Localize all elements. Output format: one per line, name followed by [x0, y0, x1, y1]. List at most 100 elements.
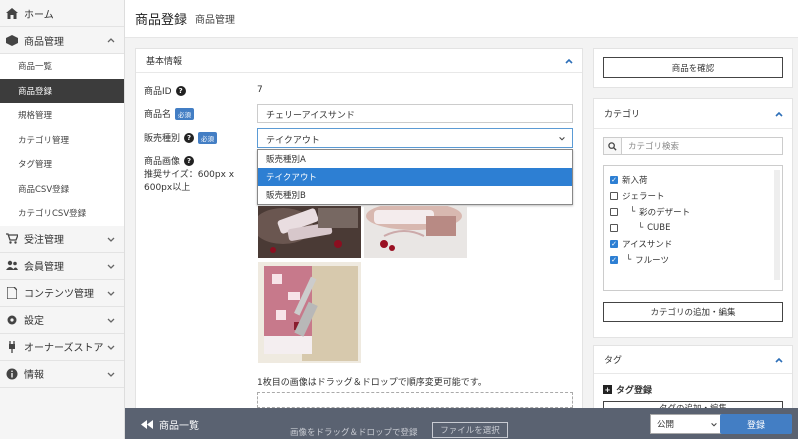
drop-zone-text-row: 画像をドラッグ＆ドロップで登録: [290, 426, 418, 438]
image-hint-row1: 推奨サイズ：600px x: [144, 167, 234, 180]
nav-customer[interactable]: 会員管理: [0, 253, 124, 280]
category-search-input[interactable]: カテゴリ検索: [622, 140, 679, 152]
users-icon: [6, 260, 18, 272]
category-search[interactable]: カテゴリ検索: [603, 137, 783, 155]
back-label: 商品一覧: [159, 421, 199, 432]
category-item[interactable]: ✓ └ フルーツ: [604, 252, 782, 268]
tag-register-row[interactable]: + タグ登録: [603, 383, 652, 396]
chevron-down-icon: [107, 372, 115, 377]
scrollbar[interactable]: [774, 170, 780, 280]
category-item[interactable]: └ 彩のデザート: [604, 204, 782, 220]
image-hint: 推奨サイズ：600px x: [144, 170, 235, 180]
required-badge: 必須: [198, 131, 218, 144]
product-type-row: 販売種別 ? 必須: [144, 131, 218, 144]
product-id-value-row: 7: [257, 85, 263, 95]
category-item[interactable]: └ CUBE: [604, 220, 782, 236]
product-name-input[interactable]: チェリーアイスサンド: [257, 104, 573, 123]
nav-info[interactable]: 情報: [0, 361, 124, 388]
nav-order[interactable]: 受注管理: [0, 226, 124, 253]
sidebar-item-product-csv[interactable]: 商品CSV登録: [0, 176, 124, 201]
checkbox[interactable]: [610, 192, 618, 200]
gear-icon: [6, 314, 18, 326]
tag-header[interactable]: タグ: [594, 346, 792, 374]
nav-store[interactable]: オーナーズストア: [0, 334, 124, 361]
page-title: 商品登録: [135, 13, 188, 28]
dropdown-option[interactable]: 販売種別B: [258, 186, 572, 204]
preview-button[interactable]: 商品を確認: [603, 57, 783, 78]
category-label: フルーツ: [635, 256, 669, 266]
product-image-row: 商品画像 ?: [144, 154, 195, 167]
category-item[interactable]: ジェラート: [604, 188, 782, 204]
checkbox-checked[interactable]: ✓: [610, 176, 618, 184]
nav-info-label: 情報: [24, 370, 44, 381]
basic-info-header[interactable]: 基本情報: [136, 49, 582, 73]
sidebar-item-product-list[interactable]: 商品一覧: [0, 54, 124, 79]
drag-hint: 1枚目の画像はドラッグ＆ドロップで順序変更可能です。: [257, 378, 487, 388]
sidebar-item-product-register[interactable]: 商品登録: [0, 78, 124, 103]
category-header[interactable]: カテゴリ: [594, 99, 792, 129]
product-name-row: 商品名 必須: [144, 107, 195, 120]
help-icon[interactable]: ?: [175, 85, 186, 96]
category-label: 彩のデザート: [639, 208, 691, 218]
product-type-label: 販売種別: [144, 134, 181, 144]
checkbox-checked[interactable]: ✓: [610, 256, 618, 264]
product-type-select[interactable]: テイクアウト: [257, 128, 573, 148]
nav-customer-label: 会員管理: [24, 262, 64, 273]
image-drop-zone[interactable]: [257, 392, 573, 408]
product-name-label: 商品名: [144, 110, 172, 120]
chevron-down-icon: [107, 345, 115, 350]
help-icon[interactable]: ?: [184, 132, 195, 143]
product-id-value: 7: [257, 85, 263, 95]
sidebar-item-tag[interactable]: タグ管理: [0, 152, 124, 177]
nav-content-label: コンテンツ管理: [24, 289, 94, 300]
product-image-1[interactable]: [258, 206, 361, 258]
double-arrow-left-icon: [141, 420, 153, 429]
product-type-dropdown: 販売種別A テイクアウト 販売種別B: [257, 149, 573, 205]
publish-status-select[interactable]: 公開: [650, 414, 725, 434]
product-id-label: 商品ID: [144, 87, 172, 97]
chevron-down-icon: [559, 137, 565, 141]
sidebar-item-category-csv[interactable]: カテゴリCSV登録: [0, 201, 124, 226]
dropdown-option[interactable]: 販売種別A: [258, 150, 572, 168]
dropdown-option-selected[interactable]: テイクアウト: [258, 168, 572, 186]
chevron-down-icon: [107, 237, 115, 242]
chevron-up-icon[interactable]: [564, 56, 574, 66]
nav-home[interactable]: ホーム: [0, 0, 124, 27]
chevron-up-icon[interactable]: [774, 355, 784, 365]
nav-store-label: オーナーズストア: [24, 343, 104, 354]
nav-settings[interactable]: 設定: [0, 307, 124, 334]
checkbox[interactable]: [610, 208, 618, 216]
chevron-up-icon[interactable]: [774, 109, 784, 119]
box-icon: [6, 34, 18, 46]
checkbox[interactable]: [610, 224, 618, 232]
tag-register-label: タグ登録: [616, 386, 653, 396]
category-label: CUBE: [647, 223, 671, 233]
back-to-list[interactable]: 商品一覧: [141, 417, 199, 432]
sidebar-item-category[interactable]: カテゴリ管理: [0, 127, 124, 152]
category-item[interactable]: ✓ アイスサンド: [604, 236, 782, 252]
category-manage-button[interactable]: カテゴリの追加・編集: [603, 302, 783, 322]
plug-icon: [6, 340, 18, 353]
sidebar: ホーム 商品管理 商品一覧 商品登録 規格管理 カテゴリ管理 タグ管理 商品CS…: [0, 0, 125, 439]
chevron-down-icon: [107, 291, 115, 296]
help-icon[interactable]: ?: [184, 155, 195, 166]
tag-title: タグ: [604, 356, 623, 366]
category-item[interactable]: ✓ 新入荷: [604, 172, 782, 188]
product-image-3[interactable]: [258, 262, 361, 363]
nav-products[interactable]: 商品管理: [0, 27, 124, 54]
chevron-down-icon: [711, 423, 717, 427]
product-image-2[interactable]: [364, 206, 467, 258]
home-icon: [6, 7, 18, 19]
file-select-button[interactable]: ファイルを選択: [432, 422, 508, 438]
nav-order-label: 受注管理: [24, 235, 64, 246]
nav-content[interactable]: コンテンツ管理: [0, 280, 124, 307]
plus-icon: +: [603, 385, 612, 394]
category-label: ジェラート: [622, 192, 665, 202]
chevron-down-icon: [107, 318, 115, 323]
publish-status-value: 公開: [657, 420, 675, 430]
sidebar-item-class[interactable]: 規格管理: [0, 103, 124, 128]
checkbox-checked[interactable]: ✓: [610, 240, 618, 248]
indent-mark: └: [638, 223, 644, 233]
save-button[interactable]: 登録: [720, 414, 792, 434]
category-label: 新入荷: [622, 176, 648, 186]
